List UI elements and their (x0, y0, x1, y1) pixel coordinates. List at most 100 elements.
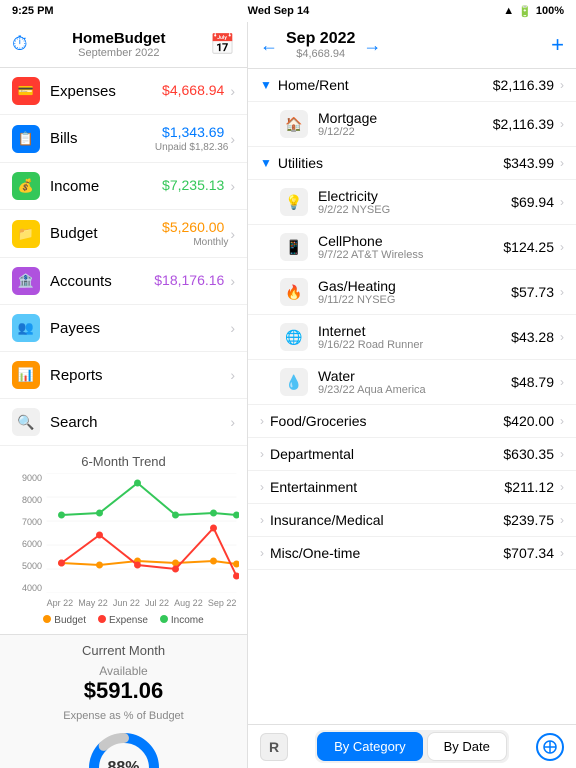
income-icon: 💰 (12, 172, 40, 200)
nav-item-income[interactable]: 💰 Income $7,235.13 › (0, 163, 247, 210)
nav-item-payees[interactable]: 👥 Payees › (0, 305, 247, 352)
add-button[interactable]: + (551, 32, 564, 58)
bills-value: $1,343.69 (162, 124, 224, 140)
donut-wrapper: 88% (84, 728, 164, 768)
bottom-bar-right: R By Category By Date (248, 724, 576, 768)
nav-item-budget[interactable]: 📁 Budget $5,260.00 Monthly › (0, 210, 247, 258)
internet-date: 9/16/22 Road Runner (318, 339, 511, 351)
payees-label: Payees (50, 320, 228, 337)
left-panel: ⏱ HomeBudget September 2022 📅 💳 Expenses… (0, 22, 248, 768)
ent-arrow: › (560, 480, 564, 494)
by-date-tab[interactable]: By Date (427, 732, 507, 761)
grid-icon-svg (542, 739, 558, 755)
internet-name: Internet (318, 323, 511, 339)
cellphone-info: CellPhone 9/7/22 AT&T Wireless (318, 233, 503, 261)
trend-title: 6-Month Trend (8, 454, 239, 469)
chart-container: 9000 8000 7000 6000 5000 4000 (8, 473, 239, 613)
home-rent-name: Home/Rent (278, 77, 493, 93)
ins-chevron: › (260, 513, 264, 527)
nav-item-bills[interactable]: 📋 Bills $1,343.69 Unpaid $1,82.36 › (0, 115, 247, 163)
accounts-chevron: › (230, 273, 235, 289)
chart-area (44, 473, 239, 593)
status-bar: 9:25 PM Wed Sep 14 ▲ 🔋 100% (0, 0, 576, 22)
ent-amount: $211.12 (504, 479, 554, 495)
category-entertainment[interactable]: › Entertainment $211.12 › (248, 471, 576, 504)
reports-chevron: › (230, 367, 235, 383)
list-item-mortgage[interactable]: 🏠 Mortgage 9/12/22 $2,116.39 › (248, 102, 576, 147)
bills-subvalue: Unpaid $1,82.36 (155, 142, 228, 153)
by-category-tab[interactable]: By Category (317, 732, 423, 761)
right-header: ← Sep 2022 $4,668.94 → + (248, 22, 576, 69)
water-info: Water 9/23/22 Aqua America (318, 368, 511, 396)
list-item-internet[interactable]: 🌐 Internet 9/16/22 Road Runner $43.28 › (248, 315, 576, 360)
legend-budget: Budget (43, 615, 86, 626)
battery-icon: 🔋 (518, 5, 532, 18)
food-amount: $420.00 (503, 413, 554, 429)
expenses-icon: 💳 (12, 77, 40, 105)
nav-item-expenses[interactable]: 💳 Expenses $4,668.94 › (0, 68, 247, 115)
home-rent-chevron: ▼ (260, 78, 272, 92)
expenses-label: Expenses (50, 83, 162, 100)
food-chevron: › (260, 414, 264, 428)
electricity-info: Electricity 9/2/22 NYSEG (318, 188, 511, 216)
status-right: ▲ 🔋 100% (503, 5, 564, 18)
list-item-electricity[interactable]: 💡 Electricity 9/2/22 NYSEG $69.94 › (248, 180, 576, 225)
nav-item-accounts[interactable]: 🏦 Accounts $18,176.16 › (0, 258, 247, 305)
income-chevron: › (230, 178, 235, 194)
misc-amount: $707.34 (503, 545, 554, 561)
mortgage-date: 9/12/22 (318, 126, 493, 138)
expense-list: ▼ Home/Rent $2,116.39 › 🏠 Mortgage 9/12/… (248, 69, 576, 724)
calendar-icon[interactable]: 📅 (210, 32, 235, 57)
budget-icon: 📁 (12, 220, 40, 248)
dept-amount: $630.35 (503, 446, 554, 462)
search-icon: 🔍 (12, 408, 40, 436)
utilities-amount: $343.99 (503, 155, 554, 171)
chart-x-labels: Apr 22 May 22 Jun 22 Jul 22 Aug 22 Sep 2… (44, 593, 239, 613)
gas-name: Gas/Heating (318, 278, 511, 294)
list-item-cellphone[interactable]: 📱 CellPhone 9/7/22 AT&T Wireless $124.25… (248, 225, 576, 270)
category-home-rent[interactable]: ▼ Home/Rent $2,116.39 › (248, 69, 576, 102)
cellphone-name: CellPhone (318, 233, 503, 249)
list-item-gas[interactable]: 🔥 Gas/Heating 9/11/22 NYSEG $57.73 › (248, 270, 576, 315)
cellphone-amount: $124.25 (503, 239, 554, 255)
gas-icon: 🔥 (280, 278, 308, 306)
grid-view-button[interactable] (536, 733, 564, 761)
app-title: HomeBudget (28, 30, 210, 47)
cellphone-date: 9/7/22 AT&T Wireless (318, 249, 503, 261)
nav-item-reports[interactable]: 📊 Reports › (0, 352, 247, 399)
r-badge-button[interactable]: R (260, 733, 288, 761)
next-month-button[interactable]: → (363, 35, 381, 56)
water-name: Water (318, 368, 511, 384)
current-month-section: Current Month Available $591.06 Expense … (0, 635, 247, 768)
right-panel: ← Sep 2022 $4,668.94 → + ▼ Home/Rent $2,… (248, 22, 576, 768)
category-misc[interactable]: › Misc/One-time $707.34 › (248, 537, 576, 570)
category-insurance[interactable]: › Insurance/Medical $239.75 › (248, 504, 576, 537)
mortgage-info: Mortgage 9/12/22 (318, 110, 493, 138)
payees-chevron: › (230, 320, 235, 336)
wifi-icon: ▲ (503, 5, 514, 17)
gas-info: Gas/Heating 9/11/22 NYSEG (318, 278, 511, 306)
payees-icon: 👥 (12, 314, 40, 342)
budget-chevron: › (230, 226, 235, 242)
gas-amount: $57.73 (511, 284, 554, 300)
home-rent-amount: $2,116.39 (493, 77, 554, 93)
nav-item-search[interactable]: 🔍 Search › (0, 399, 247, 446)
search-chevron: › (230, 414, 235, 430)
income-value: $7,235.13 (162, 177, 224, 193)
misc-chevron: › (260, 546, 264, 560)
bills-chevron: › (230, 131, 235, 147)
electricity-icon: 💡 (280, 188, 308, 216)
dept-name: Departmental (270, 446, 503, 462)
electricity-date: 9/2/22 NYSEG (318, 204, 511, 216)
accounts-label: Accounts (50, 273, 154, 290)
category-food[interactable]: › Food/Groceries $420.00 › (248, 405, 576, 438)
internet-amount: $43.28 (511, 329, 554, 345)
category-utilities[interactable]: ▼ Utilities $343.99 › (248, 147, 576, 180)
prev-month-button[interactable]: ← (260, 35, 278, 56)
list-item-water[interactable]: 💧 Water 9/23/22 Aqua America $48.79 › (248, 360, 576, 405)
ins-arrow: › (560, 513, 564, 527)
legend-expense: Expense (98, 615, 148, 626)
chart-svg (44, 473, 239, 593)
category-departmental[interactable]: › Departmental $630.35 › (248, 438, 576, 471)
dept-chevron: › (260, 447, 264, 461)
